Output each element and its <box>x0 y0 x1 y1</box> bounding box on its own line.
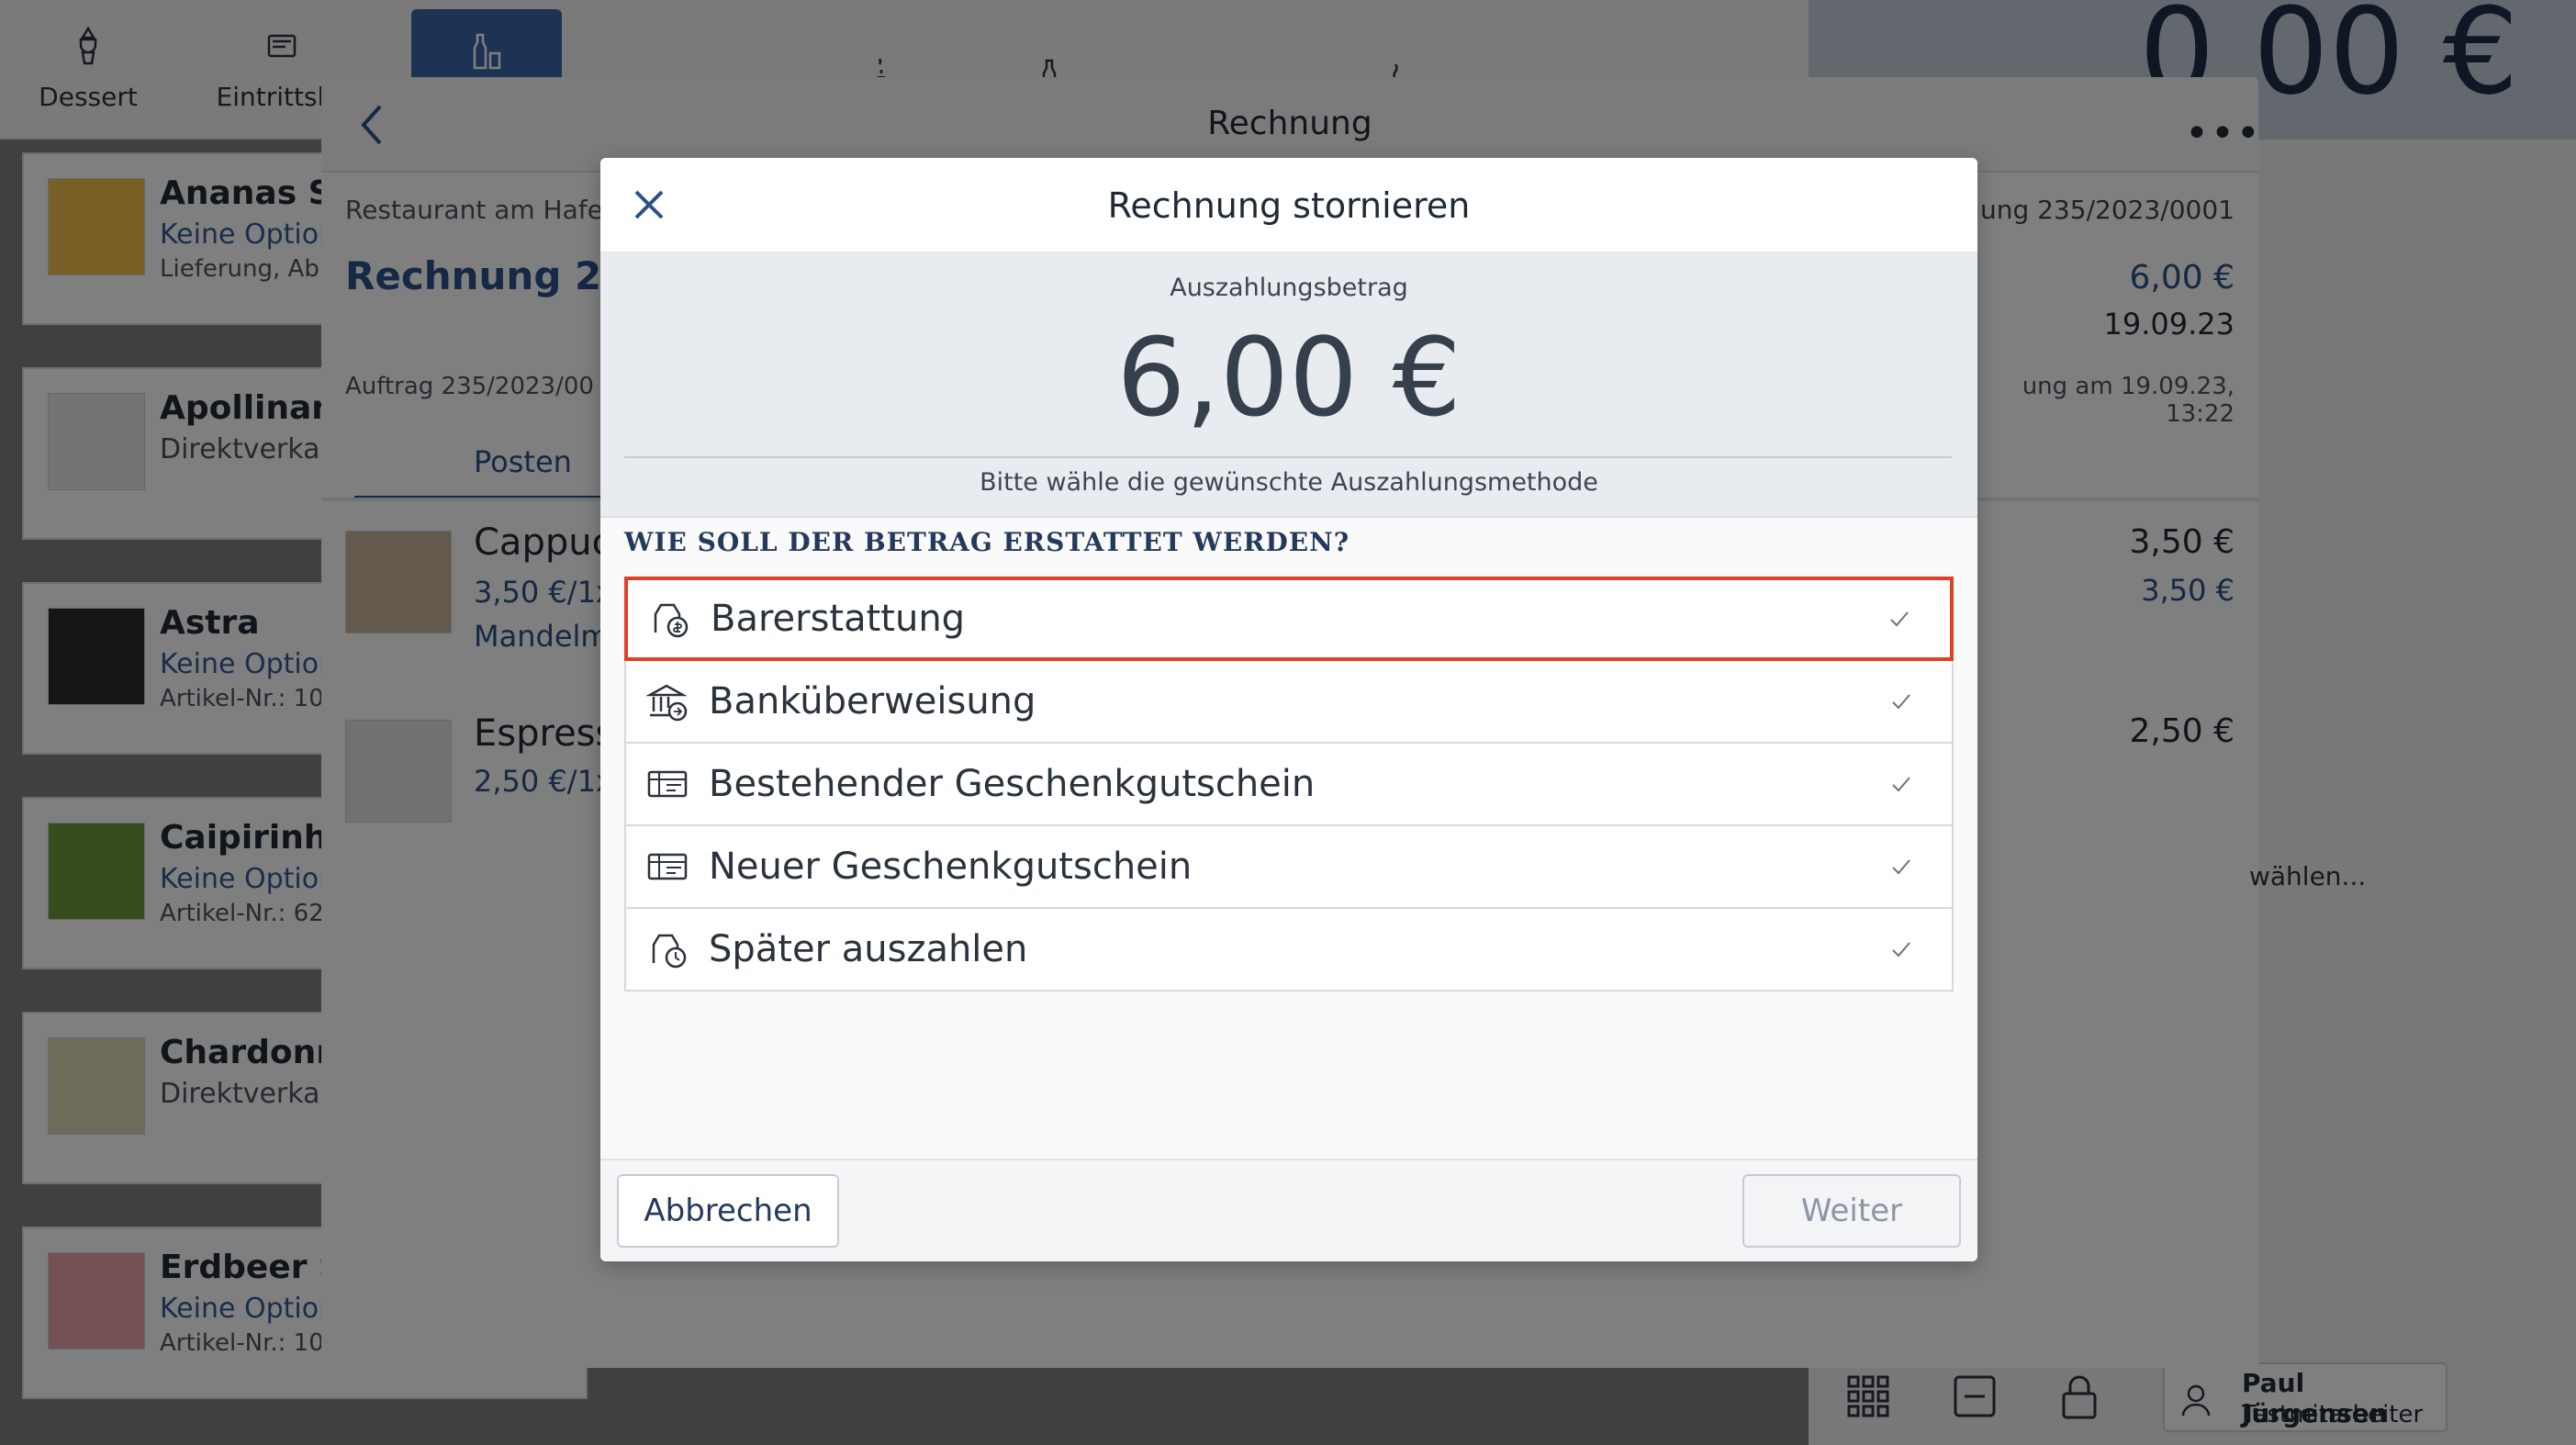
refund-question: WIE SOLL DER BETRAG ERSTATTET WERDEN? <box>624 527 1350 557</box>
cash-refund-icon <box>648 598 690 640</box>
bank-transfer-icon <box>646 680 689 722</box>
next-button[interactable]: Weiter <box>1742 1174 1961 1248</box>
check-icon <box>1892 859 1910 875</box>
dialog-title: Rechnung stornieren <box>1107 185 1471 226</box>
payout-method-hint: Bitte wähle die gewünschte Auszahlungsme… <box>980 468 1598 497</box>
gift-card-icon <box>646 763 689 805</box>
payout-amount-label: Auszahlungsbetrag <box>1170 274 1408 302</box>
option-pay-later[interactable]: Später auszahlen <box>624 909 1954 991</box>
check-icon <box>1890 611 1909 627</box>
option-bank-transfer[interactable]: Banküberweisung <box>624 661 1954 744</box>
refund-options-list: Barerstattung Banküberweisung Bestehende… <box>624 577 1954 991</box>
divider <box>624 456 1952 458</box>
gift-card-new-icon <box>646 846 689 888</box>
option-new-gift-card[interactable]: Neuer Geschenkgutschein <box>624 826 1954 909</box>
cancel-button[interactable]: Abbrechen <box>617 1174 839 1248</box>
pay-later-icon <box>646 928 689 970</box>
check-icon <box>1892 694 1910 710</box>
check-icon <box>1892 942 1910 958</box>
option-existing-gift-card[interactable]: Bestehender Geschenkgutschein <box>624 744 1954 826</box>
close-button[interactable] <box>626 178 672 231</box>
check-icon <box>1892 777 1910 792</box>
close-icon <box>634 190 664 219</box>
payout-amount-value: 6,00 € <box>1116 314 1462 441</box>
option-cash-refund[interactable]: Barerstattung <box>624 577 1954 661</box>
